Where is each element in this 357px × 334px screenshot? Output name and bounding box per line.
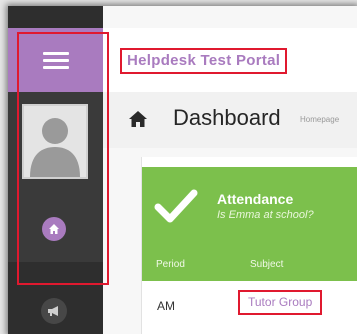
portal-title[interactable]: Helpdesk Test Portal (120, 48, 288, 74)
sidebar-item-announcements[interactable] (8, 284, 103, 334)
period-cell: AM (157, 299, 175, 313)
announcement-icon-badge (41, 298, 67, 324)
dashboard-home-icon (129, 111, 147, 127)
check-icon (154, 189, 198, 223)
column-header-subject: Subject (250, 259, 284, 270)
subject-link-tutor-group[interactable]: Tutor Group (238, 290, 323, 315)
browser-window: Helpdesk Test Portal Dashboard Homepage … (8, 6, 357, 334)
attendance-subtitle: Is Emma at school? (217, 209, 314, 221)
top-header: Helpdesk Test Portal (103, 28, 357, 92)
attendance-title: Attendance (217, 191, 294, 207)
page-title: Dashboard (173, 105, 281, 130)
breadcrumb[interactable]: Homepage (300, 115, 339, 124)
attendance-panel: Attendance Is Emma at school? Period Sub… (141, 157, 357, 334)
attendance-header: Attendance Is Emma at school? Period Sub… (142, 167, 357, 281)
column-header-period: Period (156, 259, 185, 270)
sidebar-highlight-outline (17, 32, 109, 285)
page-title-bar: Dashboard Homepage (103, 92, 357, 148)
megaphone-icon (48, 306, 58, 316)
